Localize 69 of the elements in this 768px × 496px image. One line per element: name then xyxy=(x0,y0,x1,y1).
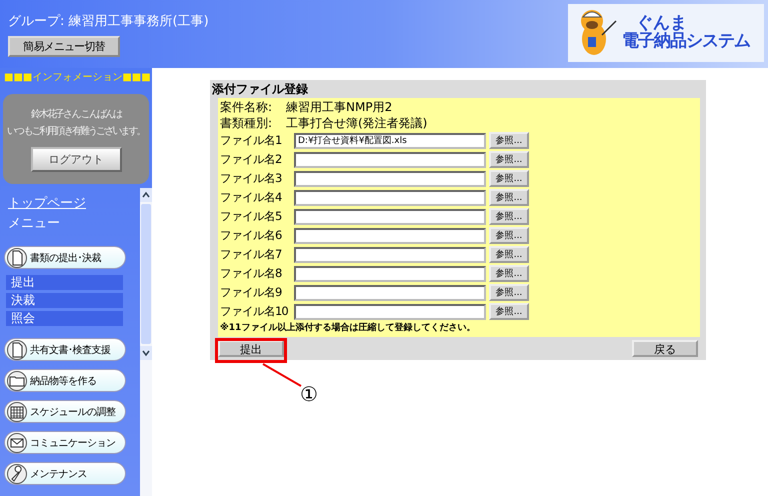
top-page-link[interactable]: トップページ xyxy=(8,194,86,212)
browse-button[interactable]: 参照... xyxy=(489,132,529,149)
menu-button[interactable]: 共有文書･検査支援 xyxy=(4,338,126,361)
menu-button[interactable]: 納品物等を作る xyxy=(4,369,126,392)
scroll-up-icon[interactable] xyxy=(140,188,152,202)
menu-button[interactable]: メンテナンス xyxy=(4,462,126,485)
field-label: 書類種別: xyxy=(220,115,274,131)
envelope-icon xyxy=(7,432,27,452)
file-path-field[interactable] xyxy=(294,228,486,244)
menu-switch-button[interactable]: 簡易メニュー切替 xyxy=(8,36,120,57)
field-value: 工事打合せ簿(発注者発議) xyxy=(286,115,428,131)
browse-button[interactable]: 参照... xyxy=(489,189,529,206)
folder-icon xyxy=(7,370,27,390)
submenu-item[interactable]: 決裁 xyxy=(6,293,123,308)
greeting-text: 鈴木花子さん こんばんは xyxy=(30,108,122,120)
file-path-field[interactable] xyxy=(294,190,486,206)
file-path-field[interactable] xyxy=(294,284,486,300)
file-path-field[interactable] xyxy=(294,208,486,224)
info-heading: ■■■インフォメーション■■■ xyxy=(3,71,152,85)
browse-button[interactable]: 参照... xyxy=(489,246,529,263)
back-button[interactable]: 戻る xyxy=(632,340,698,357)
field-label: ファイル名6 xyxy=(220,228,282,243)
file-path-field[interactable] xyxy=(294,152,486,168)
logo-text: ぐんま xyxy=(636,15,688,33)
file-path-field[interactable] xyxy=(294,304,486,320)
file-path-field[interactable] xyxy=(294,170,486,186)
annotation-marker: ① xyxy=(300,383,318,405)
file-path-field[interactable] xyxy=(294,266,486,282)
field-label: ファイル名9 xyxy=(220,285,282,300)
field-label: ファイル名1 xyxy=(220,133,282,148)
field-value: 練習用工事NMP用2 xyxy=(286,99,392,115)
document-icon xyxy=(7,340,27,360)
browse-button[interactable]: 参照... xyxy=(489,284,529,301)
browse-button[interactable]: 参照... xyxy=(489,170,529,187)
field-label: ファイル名5 xyxy=(220,209,282,224)
menu-button[interactable]: 書類の提出･決裁 xyxy=(4,246,126,269)
scroll-down-icon[interactable] xyxy=(140,346,152,360)
submit-button[interactable]: 提出 xyxy=(218,340,284,357)
calendar-icon xyxy=(7,402,27,422)
leader-line xyxy=(262,363,302,387)
submenu-item[interactable]: 照会 xyxy=(6,311,123,326)
greeting-text: いつもご利用頂き有難うございます。 xyxy=(7,124,145,138)
form-title: 添付ファイル登録 xyxy=(211,81,309,98)
group-title: グループ: 練習用工事事務所(工事) xyxy=(8,13,209,30)
menu-heading: メニュー xyxy=(8,215,61,232)
browse-button[interactable]: 参照... xyxy=(489,303,529,320)
field-label: ファイル名4 xyxy=(220,190,283,205)
wrench-icon xyxy=(7,464,27,484)
field-label: ファイル名3 xyxy=(220,171,282,186)
field-label: ファイル名8 xyxy=(220,266,282,281)
document-icon xyxy=(7,248,27,268)
browse-button[interactable]: 参照... xyxy=(489,227,529,244)
browse-button[interactable]: 参照... xyxy=(489,265,529,282)
logout-button[interactable]: ログアウト xyxy=(30,146,122,172)
field-label: ファイル名10 xyxy=(220,304,289,319)
field-label: ファイル名2 xyxy=(220,152,282,167)
note-text: ※11ファイル以上添付する場合は圧縮して登録してください。 xyxy=(220,321,476,335)
logo-text: 電子納品システム xyxy=(622,33,750,51)
browse-button[interactable]: 参照... xyxy=(489,208,529,225)
file-path-field[interactable] xyxy=(294,246,486,262)
scrollbar[interactable] xyxy=(140,188,152,496)
file-path-field[interactable]: D:¥打合せ資料¥配置図.xls xyxy=(294,132,486,148)
field-label: ファイル名7 xyxy=(220,247,282,262)
field-label: 案件名称: xyxy=(220,99,274,115)
browse-button[interactable]: 参照... xyxy=(489,151,529,168)
highlight-frame xyxy=(215,338,287,363)
submenu-item[interactable]: 提出 xyxy=(6,275,123,290)
menu-button[interactable]: スケジュールの調整 xyxy=(4,400,126,423)
menu-button[interactable]: コミュニケーション xyxy=(4,431,126,454)
